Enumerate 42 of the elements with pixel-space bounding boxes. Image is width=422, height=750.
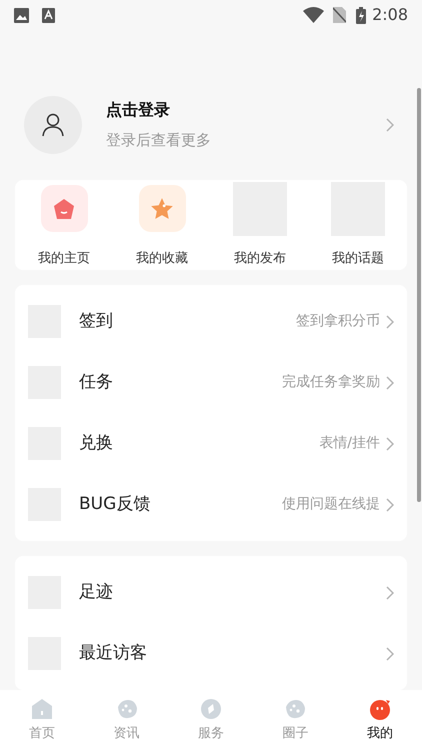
menu-row[interactable]: BUG反馈 使用问题在线提 — [15, 474, 407, 535]
menu-title: 最近访客 — [79, 642, 148, 665]
user-icon — [42, 113, 64, 137]
chevron-right-icon — [386, 118, 394, 132]
chevron-right-icon — [386, 646, 394, 660]
compass-icon — [198, 696, 223, 721]
menu-title: BUG反馈 — [79, 492, 152, 516]
battery-charging-icon — [356, 6, 366, 24]
login-row[interactable]: 点击登录 登录后查看更多 — [15, 96, 407, 154]
no-sim-icon — [333, 7, 346, 23]
menu-row[interactable]: 签到 签到拿积分币 — [15, 291, 407, 352]
image-icon — [14, 8, 29, 22]
shortcut-item[interactable]: 我的收藏 — [113, 182, 211, 268]
menu-hint: 完成任务拿奖励 — [282, 373, 380, 392]
menu-row[interactable]: 兑换 表情/挂件 — [15, 413, 407, 474]
menu-row[interactable]: 最近访客 — [15, 623, 407, 684]
menu-title: 任务 — [79, 370, 114, 394]
menu-title: 签到 — [79, 310, 114, 333]
chevron-right-icon — [386, 436, 394, 450]
chevron-right-icon — [386, 586, 394, 600]
menu-row[interactable]: 足迹 — [15, 562, 407, 623]
login-title: 点击登录 — [106, 99, 171, 122]
chevron-right-icon — [386, 314, 394, 328]
menu-title: 兑换 — [79, 432, 114, 455]
menu-hint: 签到拿积分币 — [296, 312, 380, 331]
star-icon — [138, 185, 186, 232]
status-time: 2:08 — [372, 4, 408, 26]
house-icon — [30, 696, 54, 721]
login-subtitle: 登录后查看更多 — [106, 130, 212, 152]
font-icon — [42, 8, 55, 22]
menu-row[interactable]: 任务 完成任务拿奖励 — [15, 352, 407, 413]
wifi-icon — [303, 7, 324, 23]
home-icon — [40, 185, 88, 232]
chevron-right-icon — [386, 498, 394, 512]
tab[interactable]: 我的 — [338, 696, 422, 744]
menu-hint: 表情/挂件 — [319, 434, 380, 453]
shortcut-item[interactable]: 我的话题 — [309, 182, 407, 268]
chevron-right-icon — [386, 376, 394, 390]
shortcut-item[interactable]: 我的主页 — [15, 182, 113, 268]
menu-hint: 使用问题在线提 — [282, 495, 380, 514]
shortcut-item[interactable]: 我的发布 — [211, 182, 309, 268]
menu-title: 足迹 — [79, 580, 114, 604]
